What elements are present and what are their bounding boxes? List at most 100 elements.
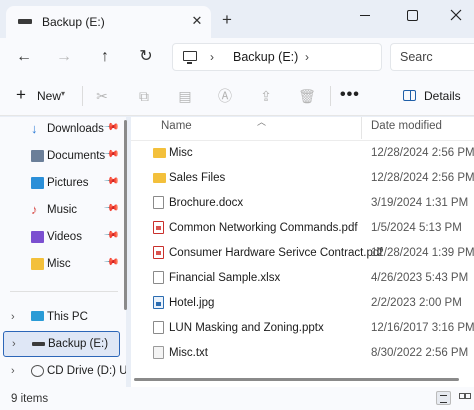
- file-name: Sales Files: [169, 172, 226, 184]
- file-row[interactable]: Financial Sample.xlsx 4/26/2023 5:43 PM: [131, 266, 474, 291]
- horizontal-scrollbar[interactable]: [134, 378, 459, 381]
- chevron-down-icon: ▾: [61, 89, 66, 98]
- tiles-view-icon[interactable]: [457, 391, 471, 405]
- rename-icon[interactable]: Ⓐ: [216, 87, 234, 105]
- chevron-right-icon[interactable]: ›: [12, 338, 16, 350]
- close-button[interactable]: [441, 6, 471, 26]
- file-date: 2/2/2023 2:00 PM: [371, 297, 462, 309]
- sidebar-item-label: Pictures: [47, 177, 89, 189]
- file-name: Brochure.docx: [169, 197, 244, 209]
- close-icon: [450, 9, 462, 21]
- chevron-right-icon[interactable]: ›: [11, 365, 15, 377]
- pdf-icon: [153, 246, 164, 259]
- sidebar-item-label: Misc: [47, 258, 71, 270]
- column-header-name[interactable]: Name: [161, 120, 192, 132]
- file-row[interactable]: LUN Masking and Zoning.pptx 12/16/2017 3…: [131, 316, 474, 341]
- presentation-icon: [153, 321, 164, 334]
- file-row[interactable]: Brochure.docx 3/19/2024 1:31 PM: [131, 191, 474, 216]
- pin-icon[interactable]: 📌: [103, 227, 120, 244]
- sidebar-item-cd-drive[interactable]: › CD Drive (D:) U3: [0, 359, 126, 385]
- chevron-right-icon[interactable]: ›: [11, 311, 15, 323]
- file-row[interactable]: Misc.txt 8/30/2022 2:56 PM: [131, 341, 474, 366]
- document-icon: [153, 196, 164, 209]
- sidebar-item-label: Music: [47, 204, 78, 216]
- sidebar-item-this-pc[interactable]: › This PC: [0, 305, 126, 331]
- folder-icon: [31, 258, 44, 270]
- more-options-icon[interactable]: •••: [340, 86, 360, 104]
- navigation-pane: ↓ Downloads 📌 Documents 📌 Pictures 📌 ♪ M…: [0, 117, 126, 387]
- pin-icon[interactable]: 📌: [103, 200, 120, 217]
- details-label: Details: [424, 89, 461, 103]
- details-view-icon[interactable]: [436, 391, 451, 405]
- sidebar-item-videos[interactable]: Videos 📌: [0, 225, 126, 251]
- details-pane-icon: [403, 90, 416, 101]
- new-tab-button[interactable]: +: [222, 11, 232, 28]
- share-icon[interactable]: ⇪: [257, 87, 275, 105]
- file-date: 12/28/2024 2:56 PM: [371, 172, 474, 184]
- file-row[interactable]: Common Networking Commands.pdf 1/5/2024 …: [131, 216, 474, 241]
- file-row[interactable]: Hotel.jpg 2/2/2023 2:00 PM: [131, 291, 474, 316]
- file-date: 12/16/2017 3:16 PM: [371, 322, 474, 334]
- spreadsheet-icon: [153, 271, 164, 284]
- file-date: 1/5/2024 5:13 PM: [371, 222, 462, 234]
- file-date: 3/19/2024 1:31 PM: [371, 197, 469, 209]
- minimize-button[interactable]: [350, 6, 380, 26]
- file-row[interactable]: Sales Files 12/28/2024 2:56 PM: [131, 166, 474, 191]
- sidebar-item-misc[interactable]: Misc 📌: [0, 252, 126, 278]
- column-header-date[interactable]: Date modified: [371, 120, 442, 132]
- drive-icon: [18, 19, 32, 24]
- cut-icon[interactable]: ✂: [93, 87, 111, 105]
- file-date: 12/28/2024 1:39 PM: [371, 247, 474, 259]
- sidebar-item-label: Documents: [47, 150, 106, 162]
- file-row[interactable]: Consumer Hardware Serivce Contract.pdf 1…: [131, 241, 474, 266]
- refresh-button[interactable]: ↻: [135, 46, 157, 68]
- up-button[interactable]: ↑: [94, 46, 116, 68]
- forward-button[interactable]: →: [53, 46, 75, 68]
- address-bar[interactable]: › Backup (E:) ›: [172, 43, 382, 71]
- pc-icon: [31, 311, 44, 321]
- back-button[interactable]: ←: [13, 46, 35, 68]
- column-divider[interactable]: [361, 117, 362, 139]
- sidebar-item-label: CD Drive (D:) U3: [47, 365, 126, 377]
- pin-icon[interactable]: 📌: [103, 254, 120, 271]
- sidebar-scrollbar[interactable]: [124, 120, 127, 310]
- breadcrumb[interactable]: Backup (E:): [233, 50, 298, 64]
- folder-icon: [153, 173, 166, 183]
- pc-icon: [183, 51, 197, 64]
- file-row[interactable]: Misc 12/28/2024 2:56 PM: [131, 141, 474, 166]
- folder-icon: [153, 148, 166, 158]
- sidebar-item-downloads[interactable]: ↓ Downloads 📌: [0, 117, 126, 143]
- documents-icon: [31, 150, 44, 162]
- divider: [330, 86, 331, 106]
- status-bar: 9 items: [0, 387, 474, 410]
- sidebar-item-documents[interactable]: Documents 📌: [0, 144, 126, 170]
- tab-backup[interactable]: Backup (E:) ✕: [6, 6, 211, 38]
- sort-ascending-icon: ︿: [257, 117, 267, 127]
- image-icon: [153, 296, 164, 309]
- copy-icon[interactable]: ⧉: [135, 87, 153, 105]
- item-count: 9 items: [11, 393, 49, 405]
- new-label: New: [37, 89, 62, 103]
- file-name: Misc.txt: [169, 347, 208, 359]
- chevron-right-icon[interactable]: ›: [305, 50, 309, 64]
- sidebar-item-pictures[interactable]: Pictures 📌: [0, 171, 126, 197]
- search-input[interactable]: Searc: [390, 43, 474, 71]
- pin-icon[interactable]: 📌: [103, 119, 120, 136]
- maximize-button[interactable]: [397, 6, 427, 26]
- music-icon: ♪: [31, 202, 38, 217]
- pdf-icon: [153, 221, 164, 234]
- pin-icon[interactable]: 📌: [103, 173, 120, 190]
- sidebar-item-music[interactable]: ♪ Music 📌: [0, 198, 126, 224]
- tab-close-icon[interactable]: ✕: [189, 13, 205, 29]
- paste-icon[interactable]: ▤: [176, 87, 194, 105]
- sidebar-item-label: Downloads: [47, 123, 104, 135]
- sidebar-item-label: This PC: [47, 311, 88, 323]
- chevron-right-icon[interactable]: ›: [210, 50, 214, 64]
- title-bar: Backup (E:) ✕ +: [0, 0, 474, 38]
- file-name: Consumer Hardware Serivce Contract.pdf: [169, 247, 383, 259]
- plus-icon: +: [16, 85, 26, 104]
- file-name: LUN Masking and Zoning.pptx: [169, 322, 324, 334]
- delete-icon[interactable]: 🗑: [298, 87, 316, 105]
- pin-icon[interactable]: 📌: [103, 146, 120, 163]
- sidebar-item-backup[interactable]: › Backup (E:): [3, 331, 120, 357]
